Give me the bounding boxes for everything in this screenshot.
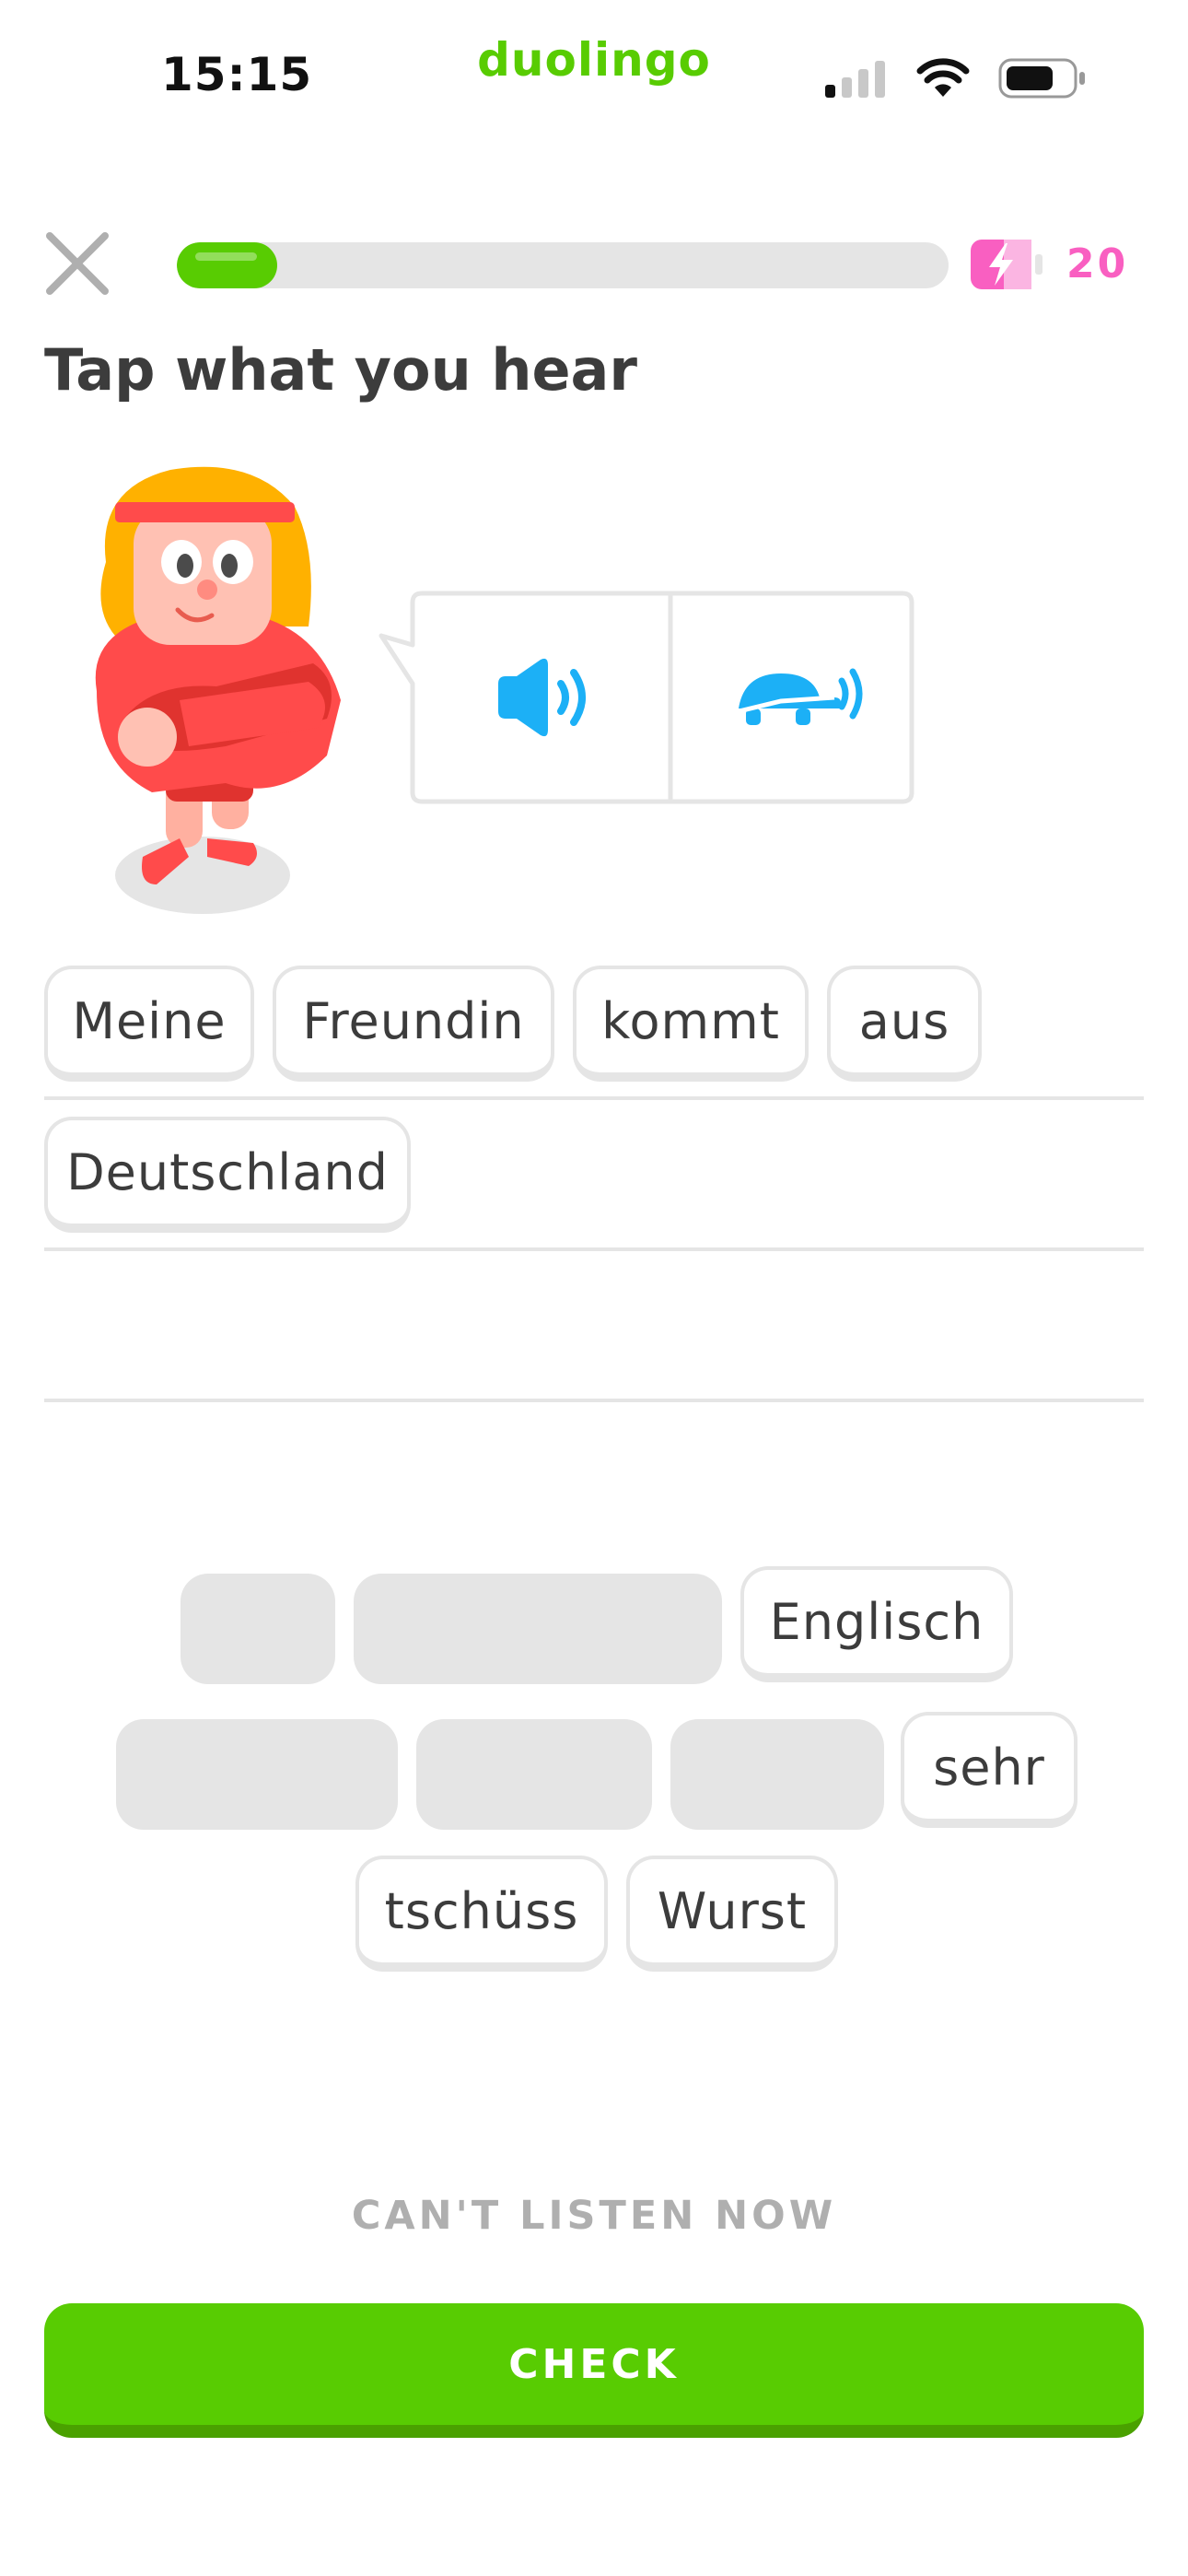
- word-bank-slot-used: [354, 1574, 722, 1684]
- character-icon: [78, 451, 373, 934]
- cellular-signal-icon: [825, 61, 885, 98]
- play-slow-audio-button[interactable]: [670, 590, 919, 805]
- battery-icon: [998, 58, 1085, 99]
- word-bank-slot-used: [181, 1574, 335, 1684]
- speaker-icon: [498, 658, 586, 737]
- cant-listen-now-button[interactable]: CAN'T LISTEN NOW: [0, 2193, 1188, 2239]
- audio-bubble: [378, 590, 915, 805]
- energy-count: 20: [1066, 240, 1129, 287]
- answer-chip-deutschland[interactable]: Deutschland: [44, 1117, 411, 1233]
- word-bank-chip-tschuss[interactable]: tschüss: [355, 1856, 608, 1972]
- word-bank-slot-used: [670, 1719, 884, 1830]
- word-bank-chip-sehr[interactable]: sehr: [901, 1712, 1077, 1828]
- exercise-prompt: Tap what you hear: [44, 336, 637, 404]
- energy-battery-icon[interactable]: [969, 236, 1044, 297]
- answer-chip-meine[interactable]: Meine: [44, 966, 254, 1082]
- answer-line-2: [44, 1247, 1144, 1251]
- answer-chip-aus[interactable]: aus: [827, 966, 982, 1082]
- play-audio-button[interactable]: [419, 590, 668, 805]
- answer-line-3: [44, 1399, 1144, 1402]
- close-icon: [46, 232, 109, 295]
- word-bank-slot-used: [416, 1719, 652, 1830]
- word-bank-slot-used: [116, 1719, 398, 1830]
- check-button[interactable]: CHECK: [44, 2303, 1144, 2438]
- word-bank-chip-englisch[interactable]: Englisch: [740, 1566, 1013, 1682]
- wifi-icon: [916, 58, 970, 97]
- slow-turtle-speaker-icon: [727, 668, 863, 725]
- answer-line-1: [44, 1096, 1144, 1100]
- word-bank-chip-wurst[interactable]: Wurst: [626, 1856, 838, 1972]
- close-button[interactable]: [44, 230, 111, 297]
- progress-fill: [177, 242, 277, 288]
- lesson-progress-bar: [177, 242, 949, 288]
- progress-shine: [195, 252, 257, 261]
- status-icons: [823, 57, 1087, 100]
- answer-chip-freundin[interactable]: Freundin: [273, 966, 554, 1082]
- answer-chip-kommt[interactable]: kommt: [573, 966, 809, 1082]
